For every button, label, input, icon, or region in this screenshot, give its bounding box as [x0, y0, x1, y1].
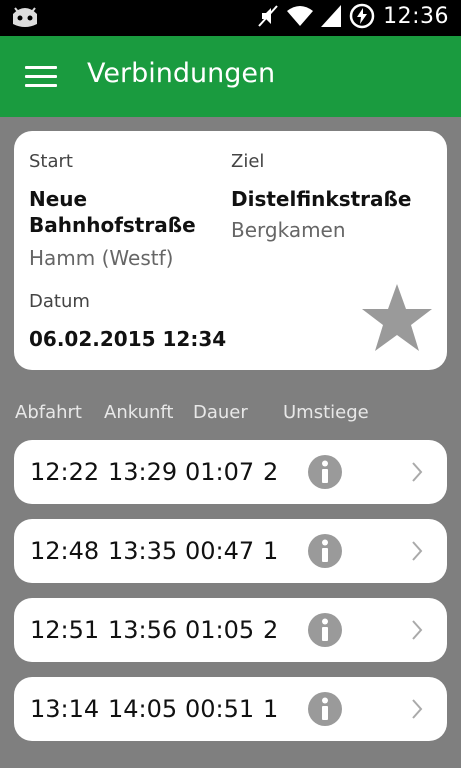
- search-summary-card[interactable]: Start Neue Bahnhofstraße Hamm (Westf) Zi…: [14, 131, 447, 370]
- abfahrt-time: 12:22: [30, 458, 100, 486]
- umstiege-count: 2: [263, 458, 279, 486]
- abfahrt-time: 12:51: [30, 616, 100, 644]
- page-title: Verbindungen: [87, 58, 276, 89]
- hamburger-menu-icon[interactable]: [25, 66, 57, 88]
- status-time: 12:36: [383, 3, 449, 29]
- column-header-dauer: Dauer: [193, 402, 248, 423]
- dauer-value: 01:05: [185, 616, 255, 644]
- info-icon[interactable]: [307, 533, 343, 569]
- connection-column-headers: Abfahrt Ankunft Dauer Umstiege: [0, 400, 461, 426]
- chevron-right-icon[interactable]: [410, 460, 424, 484]
- android-notification-icon: [13, 7, 37, 27]
- column-header-abfahrt: Abfahrt: [15, 402, 82, 423]
- wifi-icon: [287, 6, 314, 26]
- dauer-value: 00:47: [185, 537, 255, 565]
- status-bar: 12:36: [0, 0, 461, 36]
- connection-row[interactable]: 12:51 13:56 01:05 2: [14, 598, 447, 662]
- abfahrt-time: 13:14: [30, 695, 100, 723]
- umstiege-count: 1: [263, 537, 279, 565]
- start-name-line2: Bahnhofstraße: [29, 213, 196, 237]
- start-name-line1: Neue: [29, 187, 88, 211]
- ankunft-time: 13:56: [108, 616, 178, 644]
- chevron-right-icon[interactable]: [410, 697, 424, 721]
- datum-value: 06.02.2015 12:34: [29, 327, 227, 351]
- info-icon[interactable]: [307, 612, 343, 648]
- chevron-right-icon[interactable]: [410, 539, 424, 563]
- signal-icon: [321, 5, 342, 27]
- connection-row[interactable]: 12:22 13:29 01:07 2: [14, 440, 447, 504]
- star-icon[interactable]: [360, 281, 434, 355]
- ankunft-time: 13:35: [108, 537, 178, 565]
- dauer-value: 00:51: [185, 695, 255, 723]
- mute-icon: [258, 5, 278, 27]
- column-header-ankunft: Ankunft: [104, 402, 174, 423]
- ziel-label: Ziel: [231, 151, 265, 172]
- datum-label: Datum: [29, 291, 90, 312]
- ankunft-time: 13:29: [108, 458, 178, 486]
- abfahrt-time: 12:48: [30, 537, 100, 565]
- umstiege-count: 2: [263, 616, 279, 644]
- info-icon[interactable]: [307, 691, 343, 727]
- start-city: Hamm (Westf): [29, 246, 174, 270]
- battery-charging-icon: [349, 3, 375, 29]
- connection-row[interactable]: 12:48 13:35 00:47 1: [14, 519, 447, 583]
- chevron-right-icon[interactable]: [410, 618, 424, 642]
- column-header-umstiege: Umstiege: [283, 402, 369, 423]
- ziel-city: Bergkamen: [231, 218, 346, 242]
- umstiege-count: 1: [263, 695, 279, 723]
- start-label: Start: [29, 151, 73, 172]
- ankunft-time: 14:05: [108, 695, 178, 723]
- app-bar: Verbindungen: [0, 36, 461, 117]
- start-name: Neue Bahnhofstraße: [29, 186, 229, 238]
- ziel-name: Distelfinkstraße: [231, 187, 412, 211]
- info-icon[interactable]: [307, 454, 343, 490]
- dauer-value: 01:07: [185, 458, 255, 486]
- connection-row[interactable]: 13:14 14:05 00:51 1: [14, 677, 447, 741]
